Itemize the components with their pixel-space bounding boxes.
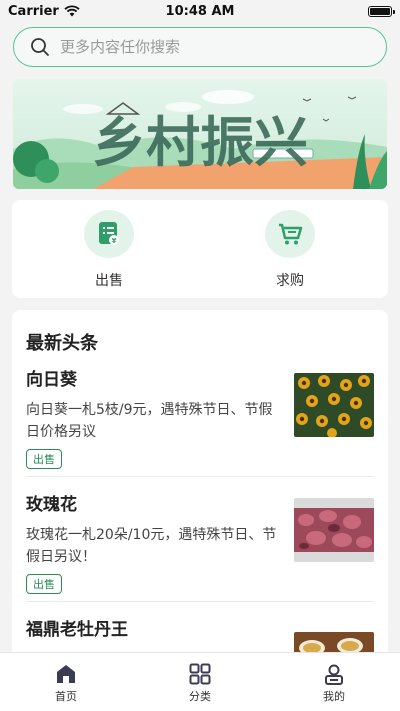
banner-image[interactable]: 乡村振兴 xyxy=(13,79,387,189)
sell-tag-badge: 出售 xyxy=(26,449,62,469)
buy-button[interactable]: 求购 xyxy=(245,210,335,290)
news-item-sunflower[interactable]: 向日葵 向日葵一札5枝/9元，遇特殊节日、节假日价格另议 出售 xyxy=(26,365,374,469)
sell-icon-circle: ¥ xyxy=(84,210,134,258)
carrier-label: Carrier xyxy=(8,3,59,19)
buy-icon-circle xyxy=(265,210,315,258)
news-section-title: 最新头条 xyxy=(26,333,98,354)
sell-button[interactable]: ¥ 出售 xyxy=(64,210,154,290)
bottom-tab-bar: 首页 分类 我的 xyxy=(0,652,400,711)
buy-label: 求购 xyxy=(276,273,304,289)
svg-text:¥: ¥ xyxy=(112,237,117,245)
search-bar[interactable] xyxy=(13,27,387,67)
rose-thumbnail xyxy=(294,498,374,562)
tab-home[interactable]: 首页 xyxy=(31,663,101,704)
tab-category-label: 分类 xyxy=(189,690,211,703)
battery-icon xyxy=(368,5,395,17)
tab-profile[interactable]: 我的 xyxy=(299,663,369,704)
search-input[interactable] xyxy=(60,38,360,56)
banner-title: 乡村振兴 xyxy=(92,111,308,174)
tab-profile-label: 我的 xyxy=(323,690,345,703)
status-bar: Carrier 10:48 AM xyxy=(0,0,400,22)
tab-home-label: 首页 xyxy=(55,690,77,703)
news-item-desc: 向日葵一札5枝/9元，遇特殊节日、节假日价格另议 xyxy=(26,402,273,440)
search-icon xyxy=(31,38,49,56)
news-item-desc: 玫瑰花一札20朵/10元，遇特殊节日、节假日另议！ xyxy=(26,527,277,565)
news-divider xyxy=(26,476,374,477)
category-grid-icon xyxy=(189,663,211,685)
quick-actions-card: ¥ 出售 求购 xyxy=(12,200,388,298)
sunflower-thumbnail xyxy=(294,373,374,437)
news-divider xyxy=(26,601,374,602)
sell-list-icon: ¥ xyxy=(99,222,119,245)
profile-icon xyxy=(325,664,343,685)
home-icon xyxy=(57,665,75,683)
news-card: 最新头条 向日葵 向日葵一札5枝/9元，遇特殊节日、节假日价格另议 出售 玫瑰花… xyxy=(12,310,388,660)
news-item-rose[interactable]: 玫瑰花 玫瑰花一札20朵/10元，遇特殊节日、节假日另议！ 出售 xyxy=(26,490,374,594)
wifi-icon xyxy=(64,5,80,17)
sell-tag-badge: 出售 xyxy=(26,574,62,594)
sell-label: 出售 xyxy=(95,273,123,289)
tab-category[interactable]: 分类 xyxy=(165,663,235,704)
shopping-cart-icon xyxy=(279,223,303,245)
